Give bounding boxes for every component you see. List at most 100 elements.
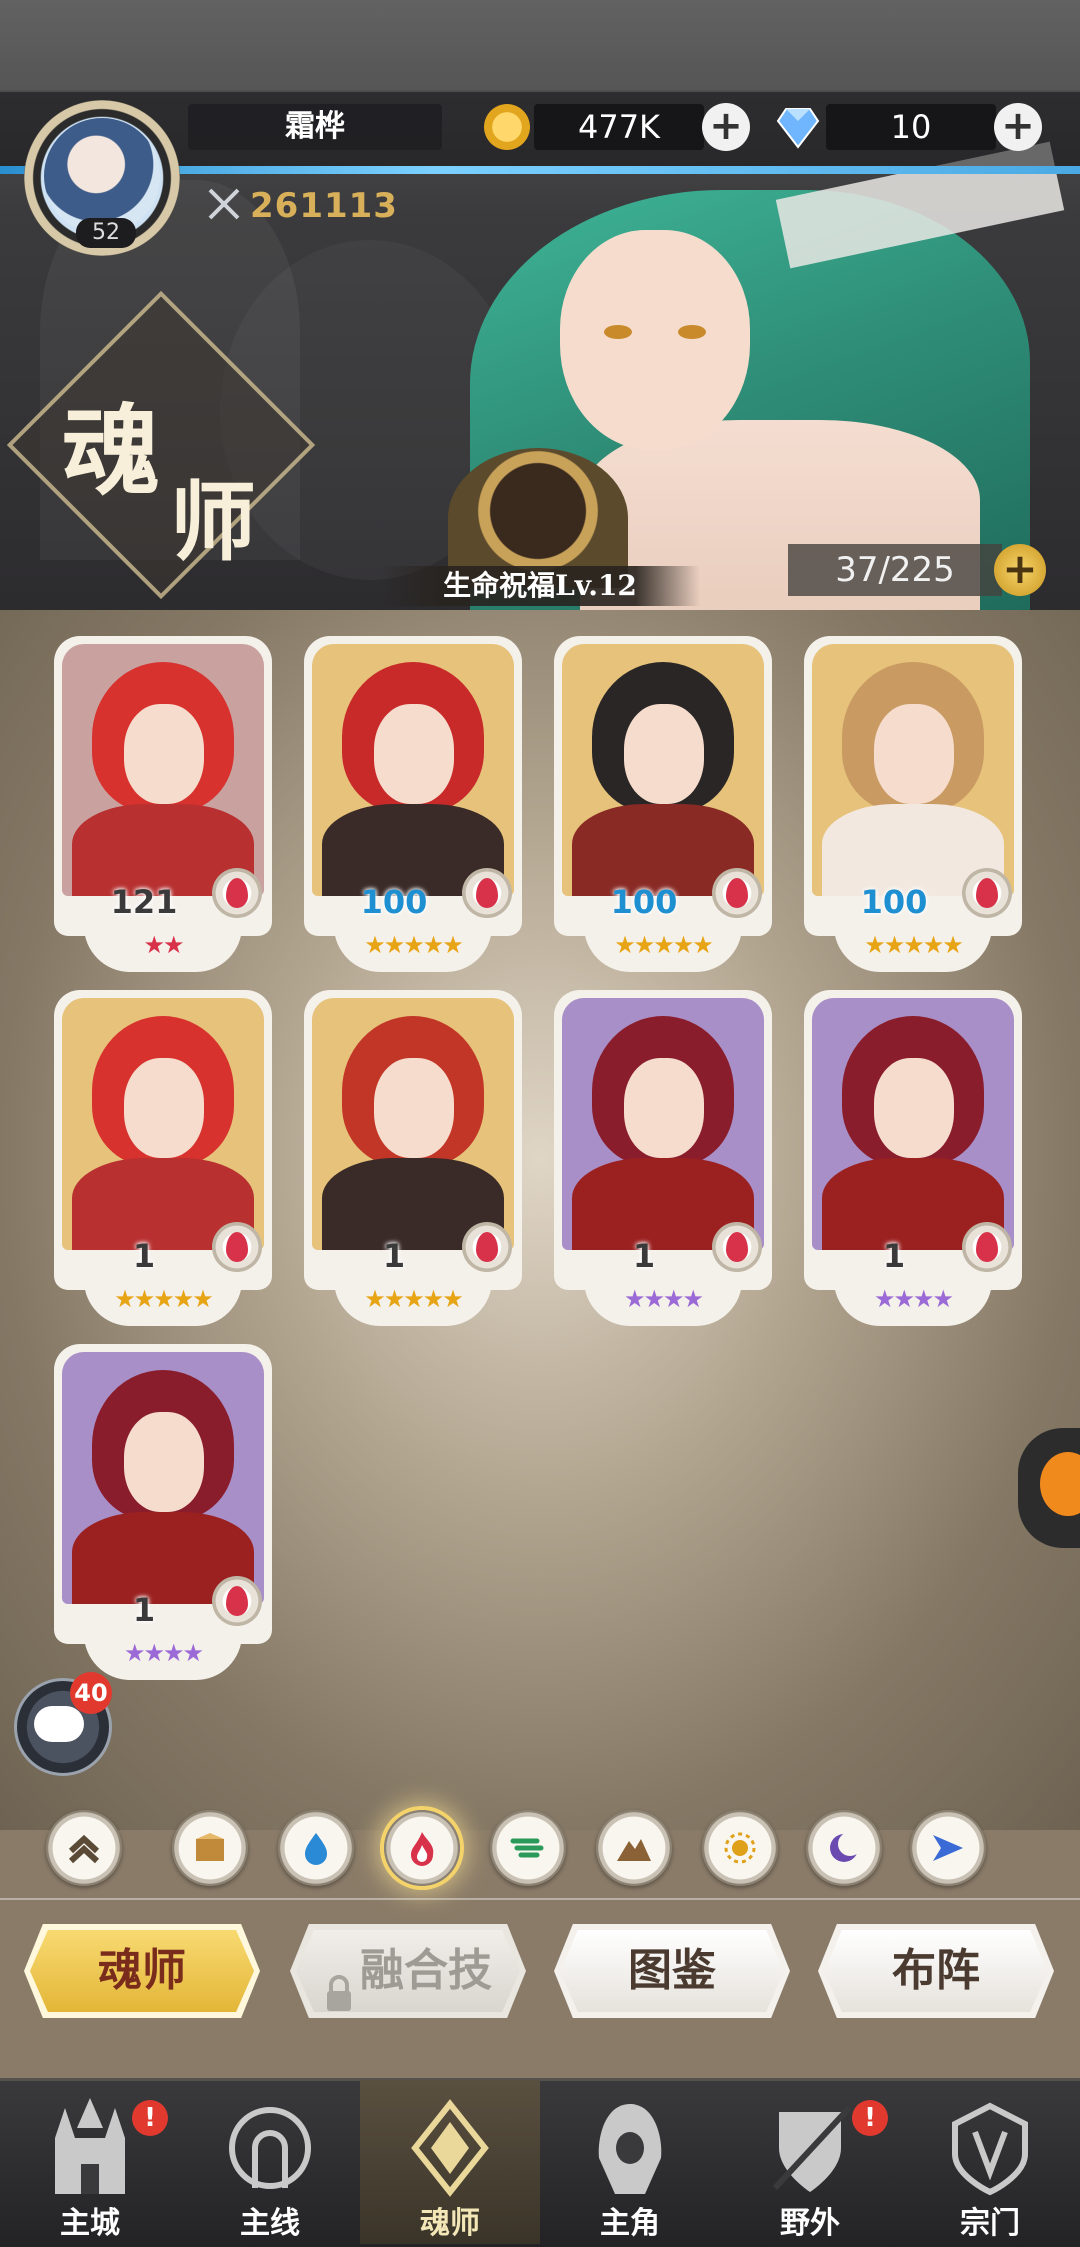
gold-amount: 477K	[534, 104, 704, 150]
card-stars: ★★★★	[123, 1639, 204, 1667]
card-portrait	[812, 644, 1014, 896]
nav-item-sect[interactable]: 宗门	[900, 2080, 1080, 2244]
chat-icon	[34, 1706, 84, 1742]
tab-label: 融合技	[360, 1945, 492, 1996]
chevron-up-icon	[65, 1829, 103, 1867]
portrait-face	[374, 1058, 454, 1158]
divider	[0, 1898, 1080, 1900]
portrait-face	[124, 1058, 204, 1158]
nav-label: 主角	[600, 2206, 660, 2241]
card-portrait	[562, 998, 764, 1250]
card-portrait	[312, 644, 514, 896]
hero-eyes	[604, 325, 706, 339]
title-char-1: 魂	[62, 394, 161, 509]
card-portrait	[62, 644, 264, 896]
card-level: 1	[882, 1237, 906, 1275]
gold-coin-icon	[484, 104, 530, 150]
portrait-face	[624, 704, 704, 804]
nav-label: 野外	[780, 2206, 840, 2241]
box-filter-button[interactable]	[172, 1810, 248, 1886]
soul-master-card[interactable]: 1 ★★★★★	[54, 990, 272, 1326]
crystal-icon	[405, 2098, 495, 2198]
portrait-face	[124, 704, 204, 804]
soul-master-card[interactable]: 121 ★★	[54, 636, 272, 972]
card-star-rating: ★★★★	[84, 1634, 242, 1680]
card-star-rating: ★★★★★	[334, 1280, 492, 1326]
tab-soul-master[interactable]: 魂师	[24, 1924, 260, 2018]
card-stars: ★★★★★	[864, 931, 964, 959]
card-level: 100	[610, 883, 678, 921]
fire-filter-button[interactable]	[384, 1810, 460, 1886]
fire-element-icon	[462, 1222, 512, 1272]
portrait-face	[624, 1058, 704, 1158]
notification-badge: !	[852, 2100, 888, 2136]
add-gems-button[interactable]: +	[994, 103, 1042, 151]
card-star-rating: ★★★★★	[584, 926, 742, 972]
card-portrait	[312, 998, 514, 1250]
soul-master-card[interactable]: 100 ★★★★★	[554, 636, 772, 972]
title-char-2: 师	[170, 472, 256, 573]
nav-item-wilderness[interactable]: 野外!	[720, 2080, 900, 2244]
soul-master-card[interactable]: 100 ★★★★★	[804, 636, 1022, 972]
soul-master-card[interactable]: 1 ★★★★★	[304, 990, 522, 1326]
fire-element-icon	[212, 1576, 262, 1626]
tab-label: 图鉴	[628, 1945, 716, 1996]
card-portrait	[812, 998, 1014, 1250]
chat-unread-badge: 40	[70, 1672, 112, 1714]
nav-item-main-city[interactable]: 主城!	[0, 2080, 180, 2244]
dark-filter-button[interactable]	[806, 1810, 882, 1886]
tab-label: 布阵	[892, 1945, 980, 1996]
water-filter-button[interactable]	[278, 1810, 354, 1886]
add-gold-button[interactable]: +	[702, 103, 750, 151]
expand-capacity-button[interactable]: +	[994, 544, 1046, 596]
player-name: 霜桦	[188, 104, 442, 150]
fire-element-icon	[962, 868, 1012, 918]
tab-codex[interactable]: 图鉴	[554, 1924, 790, 2018]
card-level: 100	[860, 883, 928, 921]
soul-master-card[interactable]: 1 ★★★★	[554, 990, 772, 1326]
mountain-icon	[615, 1829, 653, 1867]
earth-filter-button[interactable]	[596, 1810, 672, 1886]
soul-master-card[interactable]: 1 ★★★★	[54, 1344, 272, 1680]
card-stars: ★★★★	[873, 1285, 954, 1313]
shield-sword-icon	[765, 2098, 855, 2198]
portrait-face	[874, 1058, 954, 1158]
soul-master-card[interactable]: 100 ★★★★★	[304, 636, 522, 972]
fire-element-icon	[212, 868, 262, 918]
portal-icon	[225, 2098, 315, 2198]
avatar[interactable]	[44, 118, 160, 234]
card-level: 1	[632, 1237, 656, 1275]
moon-icon	[825, 1829, 863, 1867]
rank-filter-button[interactable]	[46, 1810, 122, 1886]
card-stars: ★★★★★	[364, 931, 464, 959]
nav-item-main-story[interactable]: 主线	[180, 2080, 360, 2244]
light-filter-button[interactable]	[702, 1810, 778, 1886]
blessing-label[interactable]: 生命祝福Lv.12	[380, 566, 700, 606]
nav-label: 主线	[240, 2206, 300, 2241]
soul-master-card[interactable]: 1 ★★★★	[804, 990, 1022, 1326]
special-filter-button[interactable]	[910, 1810, 986, 1886]
nav-item-protagonist[interactable]: 主角	[540, 2080, 720, 2244]
nav-label: 宗门	[960, 2206, 1020, 2241]
tab-fusion-skill[interactable]: 融合技	[290, 1924, 526, 2018]
hooded-figure-icon	[585, 2098, 675, 2198]
portrait-face	[124, 1412, 204, 1512]
card-portrait	[62, 998, 264, 1250]
tab-label: 魂师	[98, 1945, 186, 1996]
card-level: 1	[132, 1237, 156, 1275]
portrait-face	[874, 704, 954, 804]
fire-element-icon	[962, 1222, 1012, 1272]
player-level: 52	[76, 218, 136, 248]
wind-filter-button[interactable]	[490, 1810, 566, 1886]
crossed-swords-icon	[208, 188, 240, 220]
wind-icon	[509, 1829, 547, 1867]
card-star-rating: ★★★★★	[834, 926, 992, 972]
box-icon	[191, 1829, 229, 1867]
tab-formation[interactable]: 布阵	[818, 1924, 1054, 2018]
battle-power: 261113	[250, 186, 398, 226]
card-level: 121	[110, 883, 178, 921]
card-stars: ★★★★★	[614, 931, 714, 959]
sun-icon	[721, 1829, 759, 1867]
nav-item-soul-master[interactable]: 魂师	[360, 2080, 540, 2244]
arrow-shape-icon	[929, 1829, 967, 1867]
